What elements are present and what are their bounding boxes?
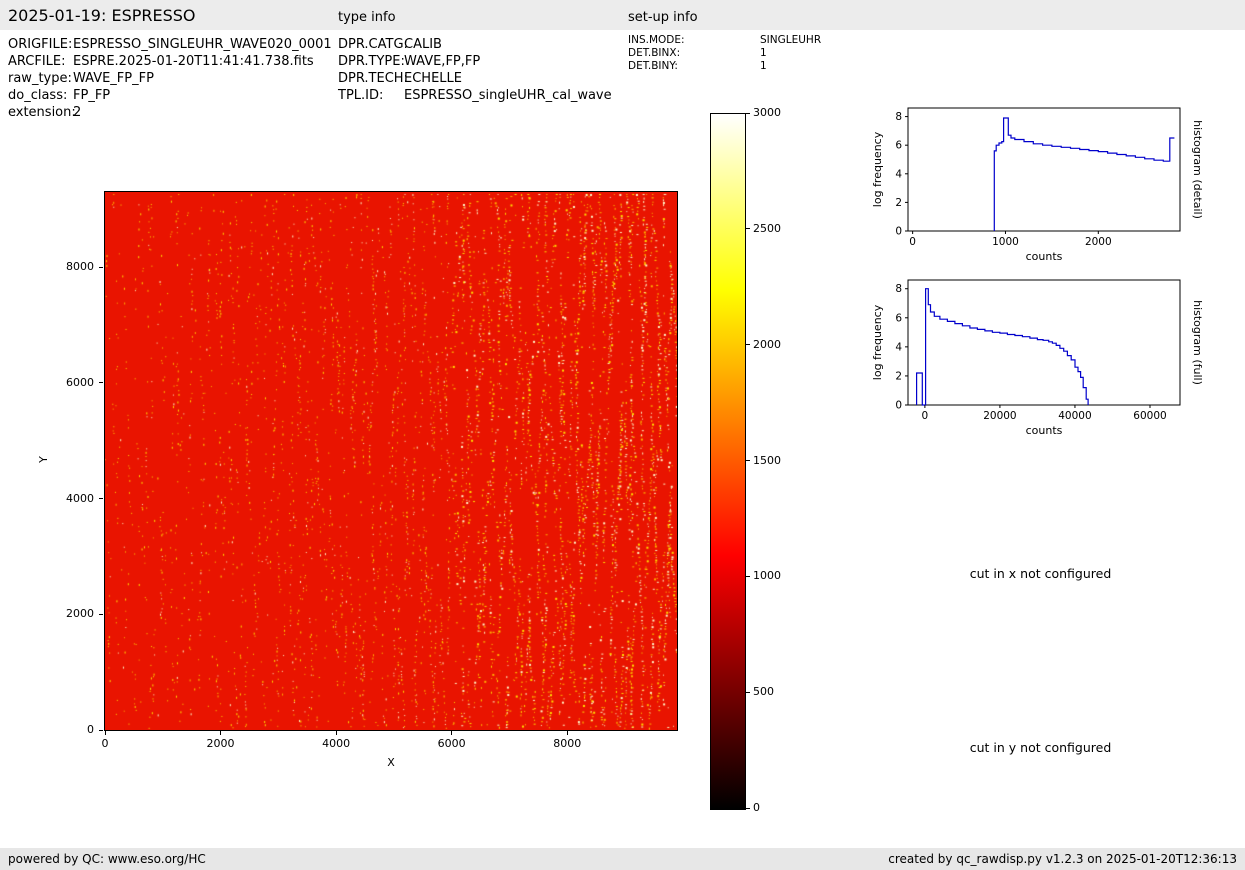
histogram-full-chart: 0 20000 40000 60000 0 2 4 6 8 counts log frequency… [868,270,1213,448]
heatmap-y-tick-mark [99,382,103,383]
heatmap-x-tick-mark [567,731,568,735]
heatmap-y-tick-mark [99,614,103,615]
heatmap-y-tick-label: 0 [39,723,94,736]
y-axis-label: log frequency [871,131,884,207]
heatmap-x-tick-mark [220,731,221,735]
heatmap-y-tick-label: 6000 [39,376,94,389]
x-axis-label: counts [1026,424,1063,437]
y-tick-label: 4 [895,168,902,180]
x-tick-label: 60000 [1133,410,1166,422]
footer-bar: powered by QC: www.eso.org/HC created by… [0,848,1245,870]
histogram-detail-chart: 0 1000 2000 0 2 4 6 8 counts log frequency histogr… [868,98,1213,273]
heatmap-x-tick-mark [451,731,452,735]
colorbar-tick-label: 500 [753,685,793,698]
colorbar-tick-mark [746,460,750,461]
heatmap-y-tick-label: 8000 [39,260,94,273]
y-tick-label: 0 [895,400,902,412]
heatmap-x-tick-label: 0 [80,737,130,750]
heatmap-y-tick-label: 2000 [39,607,94,620]
heatmap-y-tick-label: 4000 [39,492,94,505]
figure-layer: X Y 01000200002468countslog frequencyhis… [0,0,1245,870]
heatmap-x-axis-label: X [105,756,677,769]
right-rotated-label: histogram (detail) [1191,120,1204,219]
colorbar-tick-label: 3000 [753,106,793,119]
footer-left-text: powered by QC: www.eso.org/HC [8,848,206,870]
heatmap-x-tick-label: 8000 [542,737,592,750]
footer-right-text: created by qc_rawdisp.py v1.2.3 on 2025-… [888,848,1237,870]
y-axis-label: log frequency [871,304,884,380]
raw-frame-plot [104,191,678,731]
heatmap-x-tick-label: 6000 [427,737,477,750]
colorbar-tick-label: 1000 [753,569,793,582]
colorbar-tick-label: 1500 [753,454,793,467]
y-tick-label: 2 [895,197,902,209]
x-tick-label: 40000 [1058,410,1091,422]
plot-frame [908,280,1180,405]
x-tick-label: 0 [909,236,916,248]
colorbar [710,113,746,810]
y-tick-label: 6 [895,312,902,324]
x-axis-label: counts [1026,250,1063,263]
colorbar-tick-label: 2500 [753,222,793,235]
heatmap-y-tick-mark [99,730,103,731]
heatmap-x-tick-label: 2000 [196,737,246,750]
y-tick-label: 0 [895,226,902,238]
colorbar-tick-mark [746,692,750,693]
colorbar-tick-label: 0 [753,801,793,814]
x-tick-label: 0 [922,410,929,422]
y-tick-label: 8 [895,111,902,123]
raw-frame-image [105,192,677,730]
heatmap-y-tick-mark [99,267,103,268]
heatmap-x-tick-mark [336,731,337,735]
cut-x-message: cut in x not configured [868,566,1213,581]
y-tick-label: 2 [895,370,902,382]
y-tick-label: 8 [895,283,902,295]
right-rotated-label: histogram (full) [1191,300,1204,385]
x-tick-label: 1000 [992,236,1019,248]
y-tick-label: 4 [895,341,902,353]
heatmap-y-axis-label: Y [37,456,50,463]
colorbar-tick-mark [746,113,750,114]
colorbar-tick-mark [746,576,750,577]
x-tick-label: 20000 [983,410,1016,422]
colorbar-tick-label: 2000 [753,338,793,351]
colorbar-tick-mark [746,344,750,345]
plot-frame [908,108,1180,231]
colorbar-tick-mark [746,808,750,809]
heatmap-x-tick-mark [105,731,106,735]
colorbar-tick-mark [746,228,750,229]
cut-y-message: cut in y not configured [868,740,1213,755]
x-tick-label: 2000 [1085,236,1112,248]
heatmap-x-tick-label: 4000 [311,737,361,750]
y-tick-label: 6 [895,140,902,152]
heatmap-y-tick-mark [99,498,103,499]
